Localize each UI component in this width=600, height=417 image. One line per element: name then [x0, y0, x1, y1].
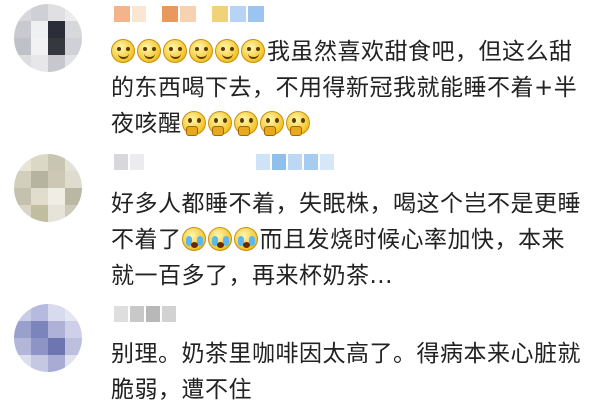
cry-emoji-icon — [207, 227, 232, 251]
smile-emoji-icon — [163, 39, 187, 63]
comment-1: 我虽然喜欢甜食吧，但这么甜的东西喝下去，不用得新冠我就能睡不着+半夜咳醒 — [0, 0, 600, 140]
comment-text: 好多人都睡不着，失眠株，喝这个岂不是更睡不着了 而且发烧时候心率加快，本来就一百多… — [111, 186, 586, 294]
blurred-avatar-icon — [14, 154, 82, 222]
username-redacted[interactable] — [114, 154, 334, 170]
smile-emoji-icon — [241, 39, 265, 63]
emoji-row-smile — [111, 39, 267, 65]
blurred-avatar-icon — [14, 4, 82, 72]
smile-emoji-icon — [189, 39, 213, 63]
comment-text-body: 别理。奶茶里咖啡因太高了。得病本来心脏就脆弱，遭不住 — [111, 341, 581, 403]
avatar[interactable] — [14, 4, 82, 72]
cry-emoji-icon — [181, 227, 206, 251]
think-emoji-icon — [285, 111, 310, 136]
username-redacted[interactable] — [114, 306, 176, 322]
comment-3: 别理。奶茶里咖啡因太高了。得病本来心脏就脆弱，遭不住 — [0, 300, 600, 417]
think-emoji-icon — [181, 111, 206, 136]
avatar[interactable] — [14, 154, 82, 222]
cry-emoji-icon — [233, 227, 258, 251]
smile-emoji-icon — [137, 39, 161, 63]
smile-emoji-icon — [215, 39, 239, 63]
avatar[interactable] — [14, 304, 82, 372]
comment-text: 我虽然喜欢甜食吧，但这么甜的东西喝下去，不用得新冠我就能睡不着+半夜咳醒 — [111, 34, 586, 142]
emoji-row-cry — [181, 227, 260, 253]
comment-2: 好多人都睡不着，失眠株，喝这个岂不是更睡不着了 而且发烧时候心率加快，本来就一百多… — [0, 150, 600, 300]
think-emoji-icon — [207, 111, 232, 136]
username-redacted[interactable] — [114, 6, 264, 22]
think-emoji-icon — [233, 111, 258, 136]
think-emoji-icon — [259, 111, 284, 136]
blurred-avatar-icon — [14, 304, 82, 372]
emoji-row-think — [181, 111, 312, 137]
comment-text: 别理。奶茶里咖啡因太高了。得病本来心脏就脆弱，遭不住 — [111, 336, 586, 408]
smile-emoji-icon — [111, 39, 135, 63]
